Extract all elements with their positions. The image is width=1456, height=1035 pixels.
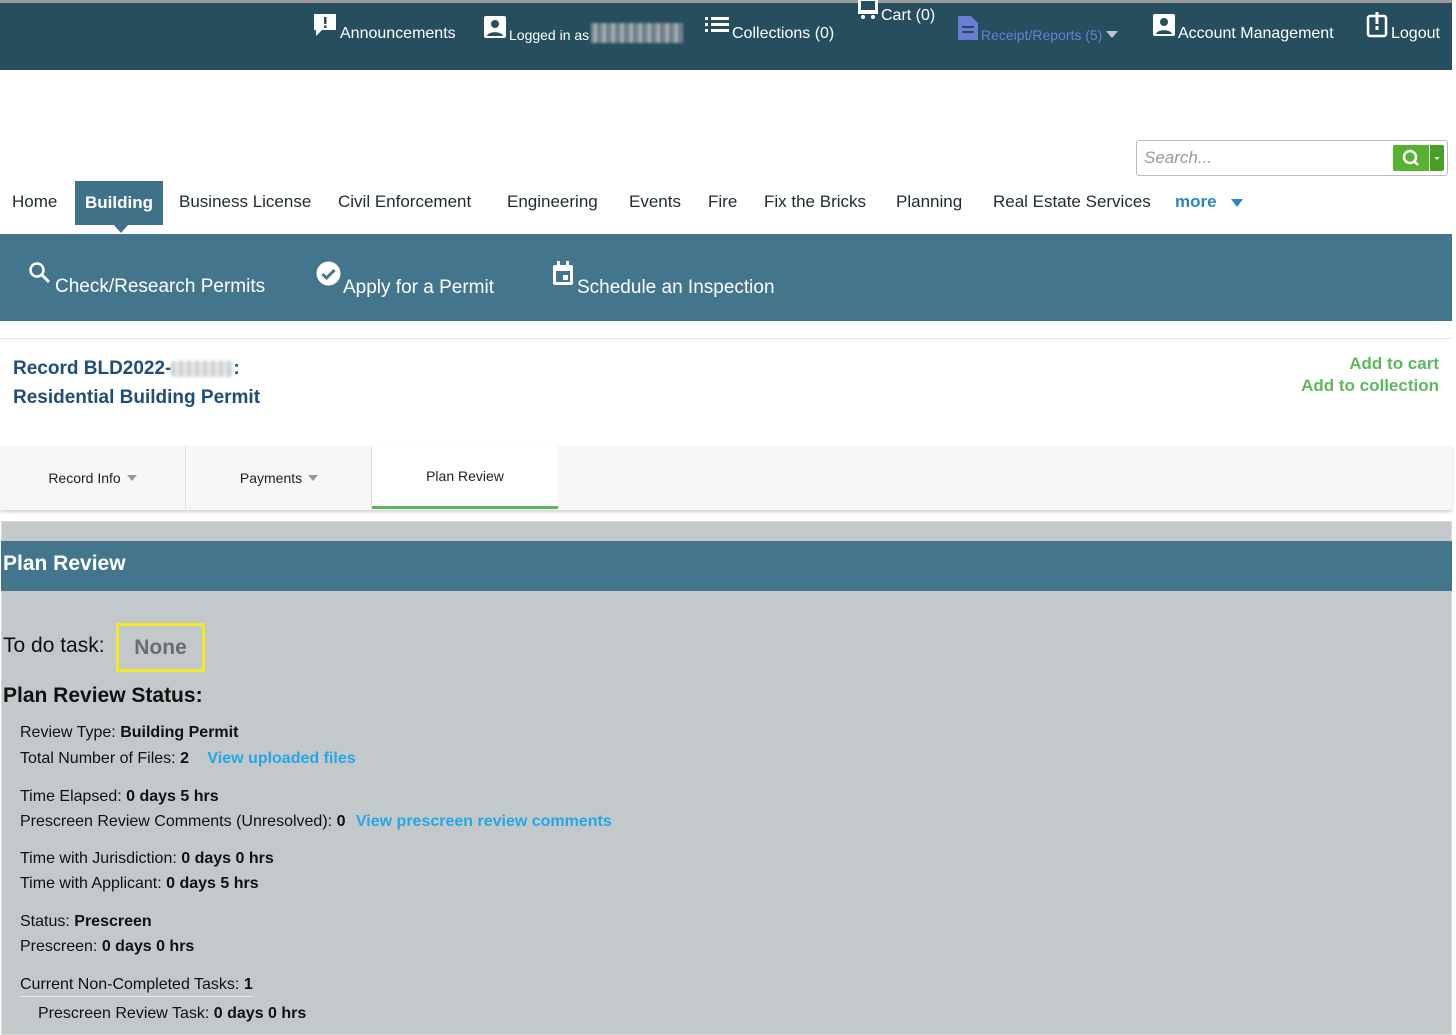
search-icon [1402, 149, 1419, 166]
apply-for-permit-link[interactable]: Apply for a Permit [316, 261, 494, 299]
review-type-row: Review Type: Building Permit [20, 724, 239, 741]
chevron-down-icon [1106, 31, 1119, 38]
list-icon [705, 14, 729, 43]
nav-engineering[interactable]: Engineering [507, 192, 598, 212]
record-type: Residential Building Permit [13, 387, 261, 408]
search-input[interactable] [1137, 141, 1387, 175]
todo-task-label: To do task: [3, 634, 105, 657]
cart-link[interactable]: Cart (0) [858, 0, 935, 25]
record-title: Record BLD2022-: Residential Building Pe… [13, 354, 260, 412]
collections-link[interactable]: Collections (0) [705, 3, 834, 43]
plan-review-heading: Plan Review [1, 541, 1452, 591]
tab-record-info[interactable]: Record Info [0, 446, 186, 509]
document-icon [958, 14, 978, 43]
record-colon: : [233, 358, 240, 379]
plan-review-status-heading: Plan Review Status: [3, 684, 203, 707]
checkmark-circle-icon [316, 261, 341, 292]
nav-real-estate-services[interactable]: Real Estate Services [993, 192, 1151, 212]
top-bar: Announcements Logged in as Collections (… [0, 0, 1452, 70]
plan-review-panel [1, 521, 1452, 1035]
search-button[interactable] [1393, 145, 1429, 171]
tab-payments[interactable]: Payments [187, 446, 372, 509]
add-to-collection-link[interactable]: Add to collection [1301, 376, 1439, 396]
add-to-cart-link[interactable]: Add to cart [1349, 354, 1439, 374]
caret-down-icon [308, 474, 319, 481]
record-number-redacted [171, 360, 234, 377]
calendar-icon [552, 261, 574, 293]
username-redacted [591, 23, 684, 43]
prescreen-review-task-row: Prescreen Review Task: 0 days 0 hrs [38, 1005, 307, 1022]
nav-civil-enforcement[interactable]: Civil Enforcement [338, 192, 471, 212]
tab-plan-review[interactable]: Plan Review [372, 446, 558, 509]
account-icon [1153, 14, 1175, 43]
time-elapsed-row: Time Elapsed: 0 days 5 hrs [20, 788, 219, 805]
caret-down-icon [1434, 157, 1440, 160]
search-icon [28, 261, 52, 291]
prescreen-time-row: Prescreen: 0 days 0 hrs [20, 938, 195, 955]
search-options-dropdown[interactable] [1430, 145, 1444, 171]
nav-more-label: more [1175, 192, 1217, 211]
record-number: Record BLD2022- [13, 358, 172, 379]
caret-down-icon [1231, 198, 1244, 207]
logged-in-user: Logged in as [484, 3, 684, 43]
status-row: Status: Prescreen [20, 913, 152, 930]
announcement-icon [313, 12, 337, 43]
check-research-permits-link[interactable]: Check/Research Permits [28, 261, 265, 298]
prescreen-comments-row: Prescreen Review Comments (Unresolved): … [20, 813, 612, 830]
schedule-inspection-link[interactable]: Schedule an Inspection [552, 261, 775, 299]
nav-events[interactable]: Events [629, 192, 681, 212]
nav-more-dropdown[interactable]: more [1175, 192, 1244, 212]
time-jurisdiction-row: Time with Jurisdiction: 0 days 0 hrs [20, 850, 274, 867]
view-uploaded-files-link[interactable]: View uploaded files [207, 750, 355, 767]
receipts-dropdown[interactable]: Receipt/Reports (5) [958, 3, 1119, 43]
non-completed-tasks-row: Current Non-Completed Tasks: 1 [20, 976, 253, 997]
time-applicant-row: Time with Applicant: 0 days 5 hrs [20, 875, 259, 892]
nav-planning[interactable]: Planning [896, 192, 962, 212]
search-box [1136, 140, 1448, 176]
nav-home[interactable]: Home [12, 192, 57, 212]
announcements-link[interactable]: Announcements [313, 3, 456, 43]
view-prescreen-comments-link[interactable]: View prescreen review comments [356, 813, 612, 830]
user-icon [484, 16, 506, 43]
nav-fire[interactable]: Fire [708, 192, 737, 212]
caret-down-icon [126, 474, 137, 481]
nav-building[interactable]: Building [75, 181, 163, 233]
account-management-link[interactable]: Account Management [1153, 3, 1334, 43]
logout-icon [1366, 12, 1388, 43]
logout-link[interactable]: Logout [1366, 3, 1440, 43]
total-files-row: Total Number of Files: 2 View uploaded f… [20, 750, 356, 767]
nav-fix-the-bricks[interactable]: Fix the Bricks [764, 192, 866, 212]
todo-task-value: None [116, 623, 205, 672]
cart-icon [858, 0, 878, 25]
nav-business-license[interactable]: Business License [179, 192, 311, 212]
